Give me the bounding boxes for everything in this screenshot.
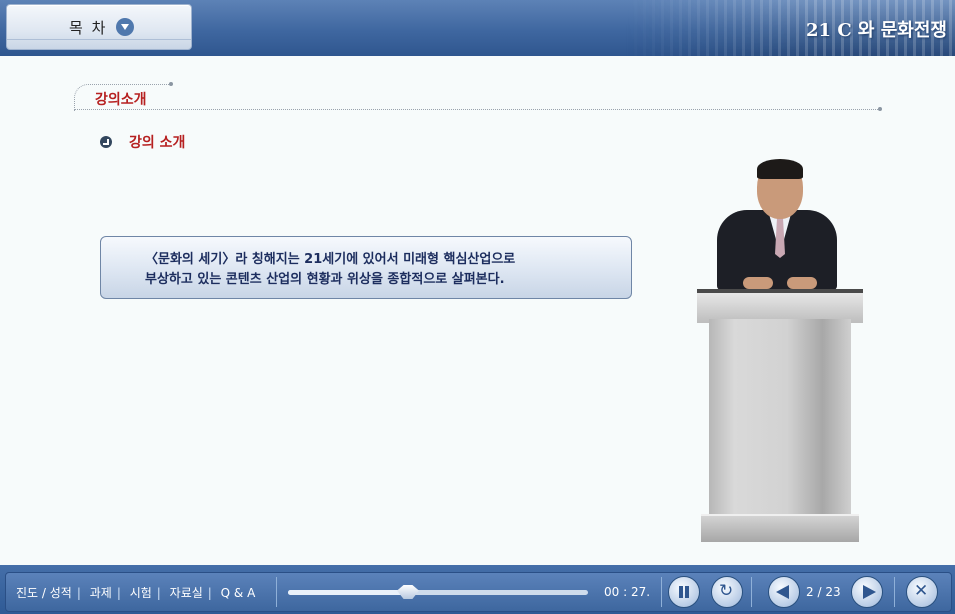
progress-thumb[interactable] bbox=[397, 585, 419, 599]
toc-divider bbox=[7, 39, 191, 40]
page-indicator: 2 / 23 bbox=[806, 585, 841, 599]
close-icon[interactable] bbox=[906, 576, 938, 608]
progress-slider[interactable] bbox=[288, 585, 588, 599]
section-divider bbox=[74, 107, 882, 111]
pause-icon[interactable] bbox=[668, 576, 700, 608]
course-title: 21 C 와 문화전쟁 bbox=[806, 20, 947, 41]
description-line-1: 〈문화의 세기〉라 칭해지는 21세기에 있어서 미래형 핵심산업으로 bbox=[145, 252, 516, 267]
player-panel: 진도 / 성적| 과제| 시험| 자료실| Q & A 00 : 27. 2 /… bbox=[5, 572, 952, 612]
divider bbox=[894, 577, 895, 607]
nav-assignments[interactable]: 과제 bbox=[90, 586, 112, 600]
lectern-body bbox=[709, 319, 851, 514]
nav-qna[interactable]: Q & A bbox=[221, 586, 256, 600]
toc-label: 목 차 bbox=[69, 19, 108, 37]
divider bbox=[661, 577, 662, 607]
nav-links: 진도 / 성적 | 과제 | 시험 | 자료실 | Q & A bbox=[16, 586, 256, 600]
replay-icon[interactable] bbox=[711, 576, 743, 608]
bullet-arrow-icon bbox=[100, 136, 112, 148]
progress-fill bbox=[288, 590, 408, 595]
page-total: 23 bbox=[825, 585, 841, 599]
lectern-top bbox=[697, 289, 863, 323]
page-current: 2 bbox=[806, 585, 814, 599]
nav-progress-grades[interactable]: 진도 / 성적 bbox=[16, 586, 72, 600]
time-display: 00 : 27. bbox=[604, 585, 651, 599]
presenter-hand-right bbox=[787, 277, 817, 289]
presenter-video bbox=[695, 156, 865, 543]
nav-exam[interactable]: 시험 bbox=[130, 586, 152, 600]
toc-button[interactable]: 목 차 bbox=[6, 4, 192, 50]
description-box: 〈문화의 세기〉라 칭해지는 21세기에 있어서 미래형 핵심산업으로 부상하고… bbox=[100, 236, 632, 299]
header-bar: 목 차 21 C 와 문화전쟁 bbox=[0, 0, 955, 56]
chevron-down-icon bbox=[116, 18, 134, 36]
section-tab: 강의소개 bbox=[74, 82, 173, 111]
nav-resources[interactable]: 자료실 bbox=[170, 586, 203, 600]
divider bbox=[751, 577, 752, 607]
next-icon[interactable] bbox=[851, 576, 883, 608]
presenter-hair bbox=[757, 159, 803, 179]
presenter-hand-left bbox=[743, 277, 773, 289]
prev-icon[interactable] bbox=[768, 576, 800, 608]
section-title: 강의소개 bbox=[95, 92, 147, 108]
description-line-2: 부상하고 있는 콘텐츠 산업의 현황과 위상을 종합적으로 살펴본다. bbox=[145, 272, 505, 287]
main-content: 강의소개 강의 소개 〈문화의 세기〉라 칭해지는 21세기에 있어서 미래형 … bbox=[0, 56, 955, 565]
lectern-base bbox=[701, 514, 859, 542]
player-bar: 진도 / 성적| 과제| 시험| 자료실| Q & A 00 : 27. 2 /… bbox=[0, 565, 955, 614]
divider bbox=[276, 577, 277, 607]
sub-heading-text: 강의 소개 bbox=[129, 135, 186, 151]
